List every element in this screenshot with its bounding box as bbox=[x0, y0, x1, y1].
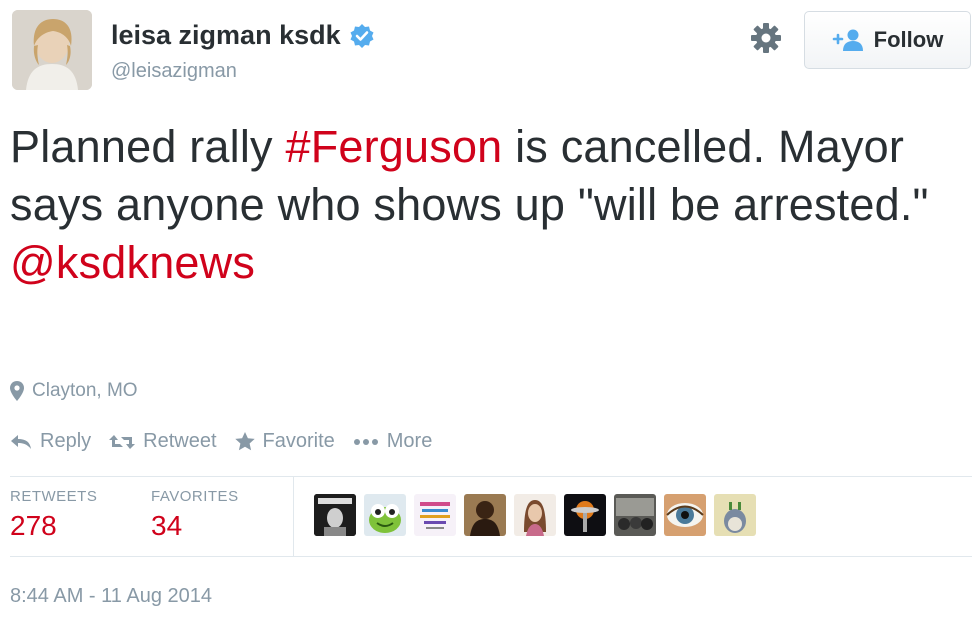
favoriters-list bbox=[314, 494, 764, 536]
retweet-button[interactable]: Retweet bbox=[109, 430, 217, 453]
favoriter-avatar-5[interactable] bbox=[514, 494, 556, 536]
retweet-label: Retweet bbox=[143, 430, 217, 452]
verified-badge-icon bbox=[350, 23, 374, 48]
reply-button[interactable]: Reply bbox=[10, 430, 91, 453]
author-name-row[interactable]: leisa zigman ksdk bbox=[111, 20, 375, 51]
favorites-count: 34 bbox=[151, 510, 183, 541]
favoriter-avatar-7[interactable] bbox=[614, 494, 656, 536]
author-handle[interactable]: @leisazigman bbox=[111, 60, 237, 83]
favoriter-avatar-9[interactable] bbox=[714, 494, 756, 536]
profile-photo bbox=[12, 10, 92, 90]
stats-divider-bottom bbox=[10, 556, 972, 557]
hashtag-link[interactable]: #Ferguson bbox=[285, 121, 502, 172]
favorites-stat[interactable]: FAVORITES 34 bbox=[151, 488, 239, 542]
favoriter-avatar-8[interactable] bbox=[664, 494, 706, 536]
location-pin-icon bbox=[10, 381, 24, 401]
reply-label: Reply bbox=[40, 430, 92, 452]
retweets-stat[interactable]: RETWEETS 278 bbox=[10, 488, 97, 542]
avatar[interactable] bbox=[12, 10, 92, 90]
tweet-text: Planned rally #Ferguson is cancelled. Ma… bbox=[10, 118, 970, 292]
more-label: More bbox=[386, 430, 433, 452]
favoriter-avatar-1[interactable] bbox=[314, 494, 356, 536]
location-label: Clayton, MO bbox=[32, 380, 138, 401]
follow-button[interactable]: Follow bbox=[804, 11, 971, 69]
author-fullname[interactable]: leisa zigman ksdk bbox=[111, 20, 341, 51]
favoriter-avatar-3[interactable] bbox=[414, 494, 456, 536]
tweet-timestamp[interactable]: 8:44 AM - 11 Aug 2014 bbox=[10, 585, 212, 608]
stats-vertical-divider bbox=[293, 476, 294, 556]
favoriter-avatar-6[interactable] bbox=[564, 494, 606, 536]
follow-button-label: Follow bbox=[873, 27, 944, 52]
retweets-count: 278 bbox=[10, 510, 57, 541]
stats-divider-top bbox=[10, 476, 972, 477]
more-button[interactable]: More bbox=[353, 430, 433, 453]
more-dots-icon bbox=[353, 438, 378, 445]
reply-icon bbox=[11, 434, 31, 449]
mention-link[interactable]: @ksdknews bbox=[10, 237, 255, 288]
favorite-label: Favorite bbox=[262, 430, 335, 452]
settings-gear-icon[interactable] bbox=[750, 22, 782, 54]
follow-person-plus-icon bbox=[832, 29, 863, 51]
favorite-star-icon bbox=[234, 432, 255, 451]
favoriter-avatar-4[interactable] bbox=[464, 494, 506, 536]
tweet-actions: Reply Retweet Favorite More bbox=[10, 430, 450, 453]
retweet-icon bbox=[109, 434, 136, 449]
retweets-label: RETWEETS bbox=[10, 488, 98, 505]
tweet-text-part1: Planned rally bbox=[10, 121, 286, 172]
favoriter-avatar-2[interactable] bbox=[364, 494, 406, 536]
favorites-label: FAVORITES bbox=[151, 488, 239, 505]
favorite-button[interactable]: Favorite bbox=[234, 430, 335, 453]
tweet-location[interactable]: Clayton, MO bbox=[10, 380, 138, 402]
